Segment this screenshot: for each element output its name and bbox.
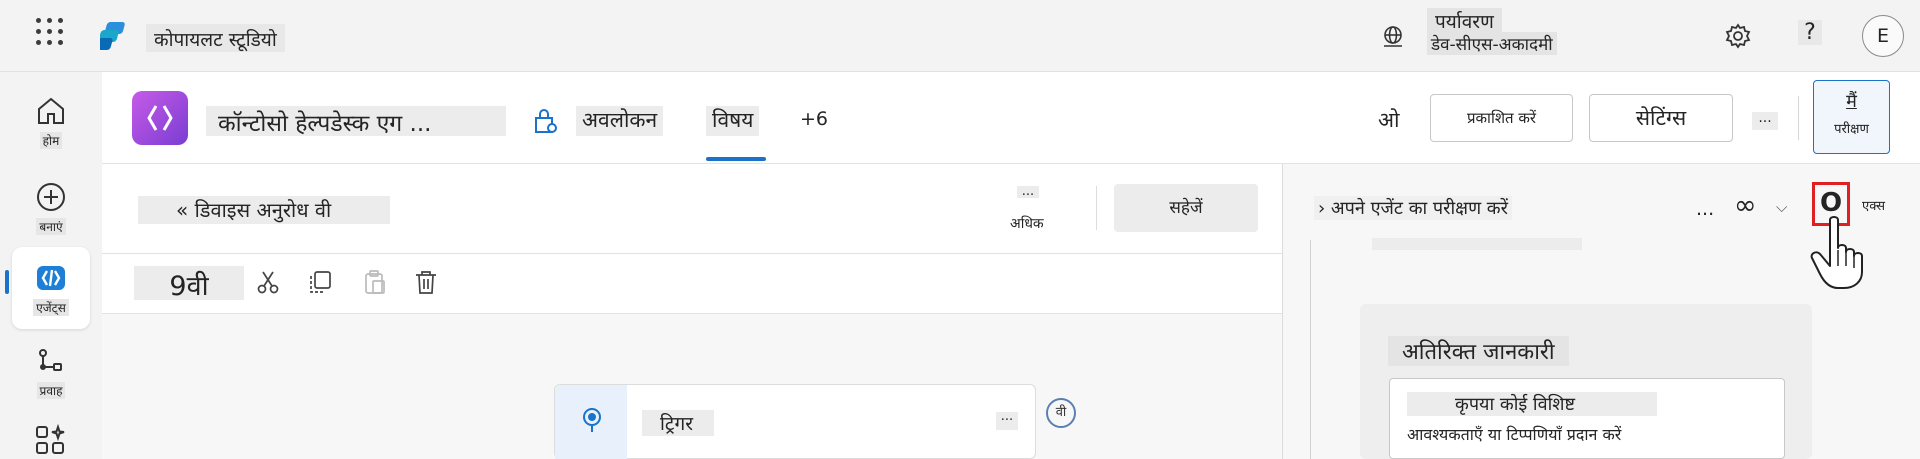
close-label[interactable]: एक्स — [1862, 196, 1885, 214]
hand-cursor-icon — [1810, 216, 1863, 289]
rail-label-agents: एजेंट्स — [33, 299, 69, 316]
test-button-label: परीक्षण — [1834, 122, 1869, 137]
environment-label: पर्यावरण — [1427, 8, 1502, 34]
more-label[interactable]: अधिक — [1010, 214, 1044, 233]
test-panel-title[interactable]: › अपने एजेंट का परीक्षण करें — [1314, 196, 1512, 220]
trigger-more-button[interactable]: ... — [996, 410, 1018, 430]
waffle-icon[interactable] — [36, 18, 64, 46]
rail-item-flows[interactable]: प्रवाह — [12, 330, 90, 412]
tab-topics-underline — [706, 157, 766, 161]
flow-icon — [39, 349, 62, 371]
header-truncated-label: ओ — [1378, 108, 1400, 132]
home-icon — [38, 97, 64, 124]
agent-name[interactable]: कॉन्टोसो हेल्पडेस्क एग ... — [206, 106, 506, 136]
header-divider — [1798, 96, 1799, 140]
copilot-studio-logo — [100, 22, 125, 50]
topic-title[interactable]: « डिवाइस अनुरोध वी — [138, 196, 390, 224]
overview-tab-icon — [535, 109, 557, 133]
publish-button[interactable]: प्रकाशित करें — [1430, 94, 1573, 142]
trigger-icon — [583, 408, 601, 432]
zoom-level[interactable]: 9वी — [134, 266, 244, 302]
tab-more[interactable]: +6 — [800, 108, 828, 130]
agent-logo-icon — [147, 105, 173, 131]
trash-icon[interactable] — [412, 268, 440, 296]
help-icon[interactable]: ? — [1798, 20, 1822, 45]
apps-icon[interactable] — [34, 424, 68, 458]
tab-overview[interactable]: अवलोकन — [576, 106, 664, 136]
additional-info-line2: आवश्यकताएँ या टिप्पणियाँ प्रदान करें — [1407, 425, 1622, 444]
additional-info-line1: कृपया कोई विशिष्ट — [1407, 392, 1657, 416]
test-panel-more[interactable]: ... — [1696, 198, 1714, 220]
additional-info-input[interactable] — [1389, 378, 1785, 459]
rail-label-home: होम — [39, 132, 63, 149]
rail-label-flows: प्रवाह — [36, 382, 66, 399]
scroll-rail — [1310, 240, 1311, 459]
trigger-label: ट्रिगर — [642, 410, 714, 436]
globe-icon[interactable] — [1380, 24, 1406, 50]
environment-value[interactable]: डेव-सीएस-अकादमी — [1427, 32, 1557, 55]
paste-icon — [365, 270, 385, 294]
editor-divider — [1096, 186, 1097, 230]
plus-circle-icon — [37, 183, 65, 211]
node-badge[interactable]: वी — [1046, 398, 1076, 428]
test-button[interactable]: मैं परीक्षण — [1813, 80, 1890, 154]
chevron-down-icon[interactable]: ⌵ — [1776, 198, 1787, 216]
avatar[interactable]: E — [1862, 15, 1904, 57]
agent-avatar — [132, 91, 188, 145]
agents-icon — [37, 266, 65, 290]
more-dots-icon[interactable]: ... — [1017, 185, 1039, 198]
chat-message-fragment — [1372, 228, 1582, 250]
rail-item-agents[interactable]: एजेंट्स — [12, 247, 90, 329]
active-indicator — [5, 270, 9, 294]
rail-item-home[interactable]: होम — [12, 80, 90, 162]
top-bar — [0, 0, 1920, 72]
scissors-icon[interactable] — [254, 268, 282, 296]
test-button-top: मैं — [1846, 91, 1857, 112]
header-more-button[interactable]: ... — [1752, 111, 1778, 130]
save-button[interactable]: सहेजें — [1114, 184, 1258, 232]
gear-icon[interactable] — [1724, 22, 1752, 50]
app-title: कोपायलट स्टूडियो — [146, 24, 285, 52]
settings-button[interactable]: सेटिंग्स — [1589, 94, 1733, 142]
copy-icon[interactable] — [306, 268, 334, 296]
additional-info-title: अतिरिक्त जानकारी — [1388, 336, 1569, 366]
rail-item-create[interactable]: बनाएं — [12, 166, 90, 248]
tab-topics[interactable]: विषय — [706, 106, 760, 136]
rail-label-create: बनाएं — [36, 218, 66, 235]
infinity-icon[interactable]: ∞ — [1734, 190, 1757, 221]
